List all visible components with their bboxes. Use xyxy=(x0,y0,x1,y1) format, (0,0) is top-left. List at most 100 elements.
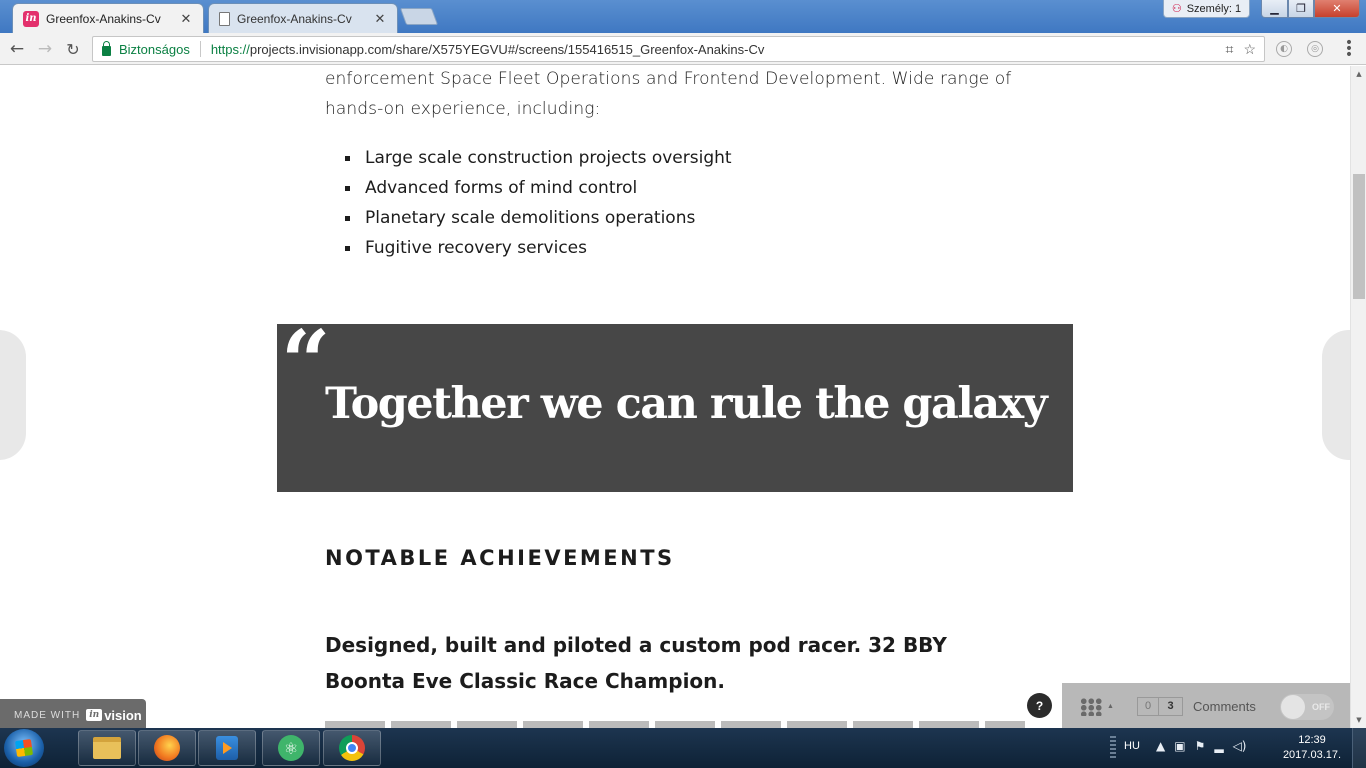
truncated-paragraph xyxy=(325,721,1025,728)
url-protocol: https:// xyxy=(210,41,250,57)
clock-time: 12:39 xyxy=(1298,734,1326,746)
list-item-text: Planetary scale demolitions operations xyxy=(365,208,696,228)
tab-title: Greenfox-Anakins-Cv xyxy=(237,11,352,26)
profile-button[interactable]: ⚇ Személy: 1 xyxy=(1163,0,1250,18)
chrome-icon xyxy=(339,735,365,761)
tab-title: Greenfox-Anakins-Cv xyxy=(46,11,161,26)
list-item: Planetary scale demolitions operations xyxy=(345,203,732,233)
invision-logo-icon: in xyxy=(86,709,103,721)
taskbar-explorer[interactable] xyxy=(78,730,136,766)
profile-icon: ⚇ xyxy=(1171,3,1182,15)
clock-date: 2017.03.17. xyxy=(1282,749,1342,761)
prev-screen-button[interactable] xyxy=(0,330,26,460)
address-bar[interactable]: Biztonságos https:// projects.invisionap… xyxy=(92,36,1265,62)
quote-block: “ Together we can rule the galaxy xyxy=(277,318,1073,492)
arrow-right-icon: → xyxy=(37,39,53,59)
list-item-text: Large scale construction projects oversi… xyxy=(365,148,732,168)
bullet-icon xyxy=(345,155,350,161)
arrow-left-icon: ← xyxy=(9,39,25,59)
invision-favicon-icon: in xyxy=(23,10,39,27)
quote-text: Together we can rule the galaxy xyxy=(325,379,1048,429)
firefox-icon xyxy=(154,735,180,761)
invision-logo-text: vision xyxy=(104,707,142,723)
bullet-icon xyxy=(345,245,350,251)
maximize-button[interactable]: ❐ xyxy=(1288,0,1314,18)
folder-icon xyxy=(93,737,121,759)
show-desktop-button[interactable] xyxy=(1352,728,1366,768)
bullet-icon xyxy=(345,215,350,221)
translate-icon[interactable]: ⌗ xyxy=(1226,41,1234,58)
taskbar-chrome[interactable] xyxy=(323,730,381,766)
show-hidden-icons-icon[interactable]: ▲ xyxy=(1156,739,1165,753)
device-icon[interactable]: ▣ xyxy=(1174,739,1185,753)
total-count: 3 xyxy=(1167,700,1174,712)
back-button[interactable]: ← xyxy=(5,37,29,61)
windows-logo-icon xyxy=(14,738,34,758)
taskbar: ⚛ HU ▲ ▣ ⚑ ▂ ◁) 12:39 2017.03.17. xyxy=(0,728,1366,768)
experience-intro: enforcement Space Fleet Operations and F… xyxy=(325,69,1012,119)
system-tray: ▲ ▣ ⚑ ▂ ◁) xyxy=(1156,739,1247,753)
tab-close-icon[interactable]: ✕ xyxy=(179,11,193,27)
grid-menu-icon[interactable] xyxy=(1080,698,1102,716)
tab-active[interactable]: in Greenfox-Anakins-Cv ✕ xyxy=(12,3,204,33)
browser-tab-strip: in Greenfox-Anakins-Cv ✕ Greenfox-Anakin… xyxy=(0,0,1366,33)
language-indicator[interactable]: HU xyxy=(1124,740,1140,752)
invision-toolbar: ▲ 0 3 Comments OFF xyxy=(1062,683,1350,728)
secure-label: Biztonságos xyxy=(119,41,190,57)
page-viewport: enforcement Space Fleet Operations and F… xyxy=(0,66,1350,728)
extension-icon[interactable]: ◐ xyxy=(1276,41,1292,57)
minimize-button[interactable]: ▁ xyxy=(1261,0,1288,18)
list-item: Advanced forms of mind control xyxy=(345,173,732,203)
reload-button[interactable]: ↻ xyxy=(61,37,85,61)
help-button[interactable]: ? xyxy=(1027,693,1052,718)
scroll-up-icon[interactable]: ▲ xyxy=(1351,66,1366,82)
url-text: projects.invisionapp.com/share/X575YEGVU… xyxy=(249,41,765,57)
extension-icon[interactable]: ◎ xyxy=(1307,41,1323,57)
vertical-scrollbar[interactable]: ▲ ▼ xyxy=(1350,66,1366,728)
unread-count: 0 xyxy=(1138,698,1159,715)
document-favicon-icon xyxy=(219,11,230,26)
comment-counter[interactable]: 0 3 xyxy=(1137,697,1183,716)
achievement-title: Designed, built and piloted a custom pod… xyxy=(325,633,947,693)
network-icon[interactable]: ▂ xyxy=(1214,739,1223,753)
quote-mark-icon: “ xyxy=(281,312,331,413)
tray-grip xyxy=(1110,736,1116,760)
new-tab-button[interactable] xyxy=(399,8,439,25)
next-screen-button[interactable] xyxy=(1322,330,1350,460)
volume-icon[interactable]: ◁) xyxy=(1233,739,1247,753)
section-heading: NOTABLE ACHIEVEMENTS xyxy=(325,546,675,570)
taskbar-atom[interactable]: ⚛ xyxy=(262,730,320,766)
toggle-knob xyxy=(1281,695,1305,719)
taskbar-media-player[interactable] xyxy=(198,730,256,766)
media-player-icon xyxy=(216,736,238,760)
scroll-thumb[interactable] xyxy=(1353,174,1365,299)
divider xyxy=(199,41,201,57)
comments-label[interactable]: Comments xyxy=(1193,699,1256,714)
profile-label: Személy: 1 xyxy=(1186,2,1242,15)
scroll-down-icon[interactable]: ▼ xyxy=(1351,712,1366,728)
list-item-text: Advanced forms of mind control xyxy=(365,178,638,198)
list-item: Fugitive recovery services xyxy=(345,233,732,263)
made-with-label: MADE WITH xyxy=(14,709,81,721)
taskbar-firefox[interactable] xyxy=(138,730,196,766)
lock-icon xyxy=(102,41,111,56)
tab-inactive[interactable]: Greenfox-Anakins-Cv ✕ xyxy=(208,3,398,33)
made-with-invision-badge[interactable]: MADE WITH in vision xyxy=(0,699,146,728)
experience-list: Large scale construction projects oversi… xyxy=(345,143,732,263)
bookmark-star-icon[interactable]: ☆ xyxy=(1243,41,1256,58)
menu-icon[interactable]: • • • xyxy=(1340,36,1358,62)
start-button[interactable] xyxy=(4,729,44,767)
close-window-button[interactable]: ✕ xyxy=(1314,0,1360,18)
browser-toolbar: ← → ↻ Biztonságos https:// projects.invi… xyxy=(0,33,1366,65)
forward-button[interactable]: → xyxy=(33,37,57,61)
clock[interactable]: 12:39 2017.03.17. xyxy=(1280,733,1344,763)
reload-icon: ↻ xyxy=(66,39,80,59)
comments-toggle[interactable]: OFF xyxy=(1280,694,1334,720)
list-item: Large scale construction projects oversi… xyxy=(345,143,732,173)
tab-close-icon[interactable]: ✕ xyxy=(373,11,387,27)
list-item-text: Fugitive recovery services xyxy=(365,238,587,258)
bullet-icon xyxy=(345,185,350,191)
caret-up-icon[interactable]: ▲ xyxy=(1107,703,1114,710)
action-center-flag-icon[interactable]: ⚑ xyxy=(1195,739,1206,753)
atom-icon: ⚛ xyxy=(278,735,304,761)
